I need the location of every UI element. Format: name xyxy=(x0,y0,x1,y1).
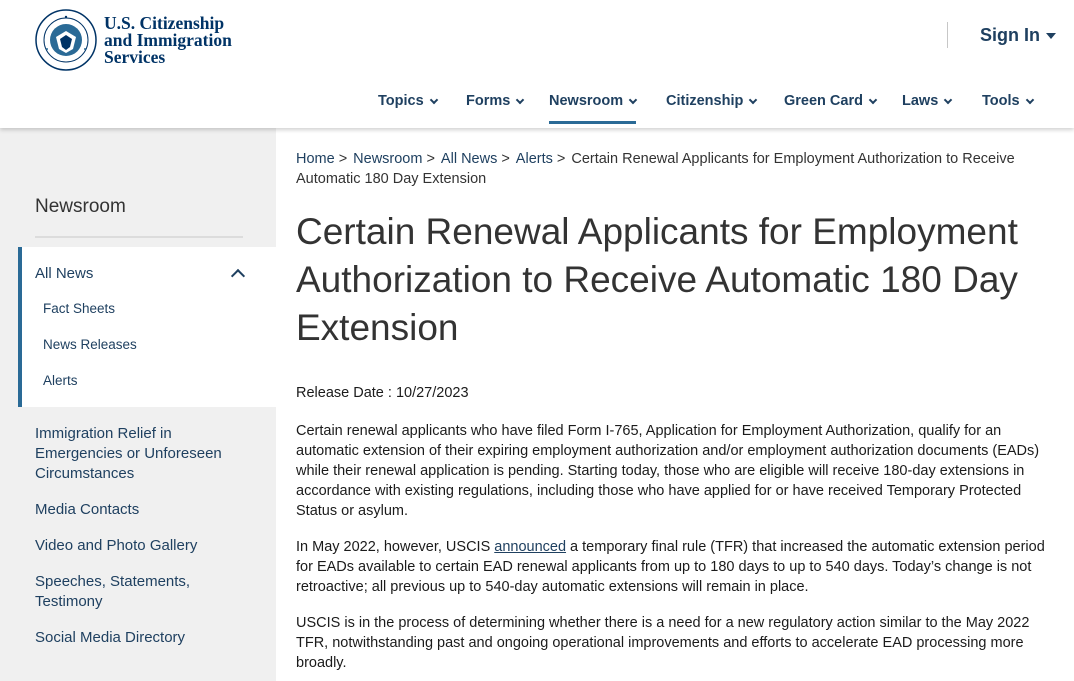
breadcrumb-home[interactable]: Home xyxy=(296,151,335,167)
nav-label: Topics xyxy=(378,93,424,109)
agency-name-line3: Services xyxy=(104,47,166,67)
breadcrumb-separator: > xyxy=(501,151,510,167)
chevron-down-icon xyxy=(516,95,525,105)
breadcrumb-newsroom[interactable]: Newsroom xyxy=(353,151,422,167)
chevron-down-icon xyxy=(429,95,438,105)
nav-label: Newsroom xyxy=(549,93,624,109)
paragraph-text: In May 2022, however, USCIS xyxy=(296,539,495,555)
breadcrumb-separator: > xyxy=(338,151,348,167)
nav-tools[interactable]: Tools xyxy=(982,86,1034,124)
chevron-down-icon xyxy=(628,95,638,105)
chevron-up-icon[interactable] xyxy=(230,268,246,284)
announced-link[interactable]: announced xyxy=(494,539,566,555)
nav-forms[interactable]: Forms xyxy=(466,86,525,124)
caret-down-icon xyxy=(1046,32,1056,39)
breadcrumb-all-news[interactable]: All News xyxy=(441,151,497,167)
page-title: Certain Renewal Applicants for Employmen… xyxy=(296,211,1018,348)
sidebar-divider xyxy=(35,236,243,238)
sidebar: Newsroom All News Fact Sheets News Relea… xyxy=(0,128,276,681)
nav-label: Citizenship xyxy=(666,93,744,109)
nav-label: Green Card xyxy=(784,93,863,109)
article-paragraph-1: Certain renewal applicants who have file… xyxy=(296,423,1040,519)
article-paragraph-2: In May 2022, however, USCIS announced a … xyxy=(296,537,1056,597)
sidebar-subitem-news-releases[interactable]: News Releases xyxy=(43,337,137,352)
breadcrumb-alerts[interactable]: Alerts xyxy=(516,151,553,167)
chevron-down-icon xyxy=(749,95,758,105)
sign-in-button[interactable]: Sign In xyxy=(980,25,1056,46)
sidebar-item-immigration-relief[interactable]: Immigration Relief in Emergencies or Unf… xyxy=(35,424,225,484)
sidebar-subitem-alerts[interactable]: Alerts xyxy=(43,373,78,388)
nav-newsroom[interactable]: Newsroom xyxy=(549,86,638,124)
nav-topics[interactable]: Topics xyxy=(378,86,438,124)
agency-name[interactable]: U.S. Citizenship and Immigration Service… xyxy=(104,14,232,67)
release-date: Release Date : 10/27/2023 xyxy=(296,385,469,401)
nav-label: Tools xyxy=(982,93,1020,109)
breadcrumb-separator: > xyxy=(556,151,566,167)
article-paragraph-3: USCIS is in the process of determining w… xyxy=(296,615,1030,671)
sidebar-item-social-media-directory[interactable]: Social Media Directory xyxy=(35,628,255,648)
chevron-down-icon xyxy=(1025,95,1034,105)
main-navigation: Topics Forms Newsroom Citizenship Green … xyxy=(0,86,1074,126)
sidebar-group-all-news: All News Fact Sheets News Releases Alert… xyxy=(18,247,276,407)
sidebar-subitem-fact-sheets[interactable]: Fact Sheets xyxy=(43,301,115,316)
breadcrumb-separator: > xyxy=(426,151,435,167)
header-divider xyxy=(947,22,948,48)
release-date-label: Release Date : xyxy=(296,385,392,401)
sidebar-item-video-photo-gallery[interactable]: Video and Photo Gallery xyxy=(35,536,255,556)
breadcrumb: Home > Newsroom > All News > Alerts > Certain Re… xyxy=(296,149,1056,189)
sidebar-item-all-news[interactable]: All News xyxy=(35,265,93,282)
sidebar-title: Newsroom xyxy=(35,196,126,217)
nav-label: Laws xyxy=(902,93,939,109)
sidebar-item-speeches[interactable]: Speeches, Statements, Testimony xyxy=(35,572,205,612)
chevron-down-icon xyxy=(944,95,953,105)
nav-label: Forms xyxy=(466,93,511,109)
site-header: U.S. Citizenship and Immigration Service… xyxy=(0,0,1074,128)
sidebar-item-media-contacts[interactable]: Media Contacts xyxy=(35,500,255,520)
nav-citizenship[interactable]: Citizenship xyxy=(666,86,758,124)
chevron-down-icon xyxy=(868,95,878,105)
dhs-seal-logo[interactable] xyxy=(35,9,97,71)
sign-in-label: Sign In xyxy=(980,25,1040,45)
nav-laws[interactable]: Laws xyxy=(902,86,953,124)
release-date-value: 10/27/2023 xyxy=(395,385,469,401)
nav-green-card[interactable]: Green Card xyxy=(784,86,878,124)
